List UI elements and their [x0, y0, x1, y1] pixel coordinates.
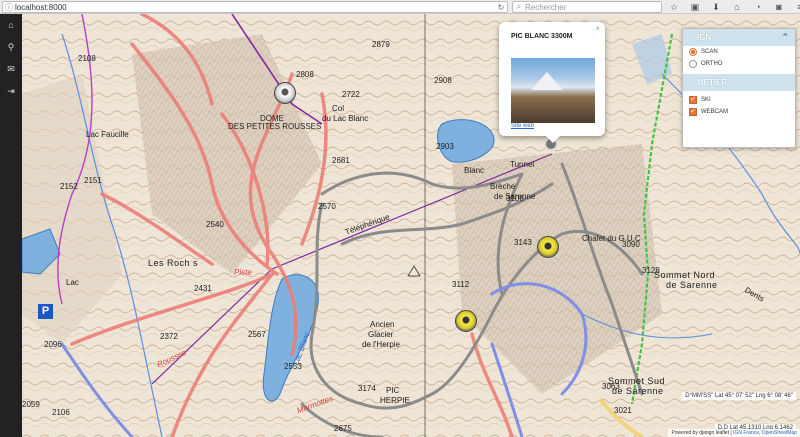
webcam-popup: × PIC BLANC 3300M Site web: [499, 22, 605, 143]
info-icon[interactable]: ⓘ: [3, 2, 15, 13]
menu-icon[interactable]: ≡: [794, 1, 800, 13]
elevation-label: 3063: [602, 382, 620, 391]
map-label-herpie: HERPIE: [380, 396, 410, 405]
elevation-label: 2553: [284, 362, 302, 371]
attribution-ign-link[interactable]: IGN France: [733, 430, 759, 436]
map-label-petites-rousses: DES PETITES ROUSSES: [228, 122, 322, 131]
elevation-label: 2879: [372, 40, 390, 49]
map-label-sommet-nord: Sommet Nord: [654, 270, 716, 280]
elevation-label: 2059: [22, 400, 40, 409]
map-label-glacier: Glacier: [368, 330, 394, 339]
parking-icon[interactable]: P: [38, 304, 53, 319]
elevation-label: 2903: [436, 142, 454, 151]
reload-icon[interactable]: ↻: [495, 3, 507, 12]
map-label-pic: PIC: [386, 386, 400, 395]
map-attribution: Powered by django leaflet | IGN France, …: [668, 429, 800, 437]
map-label-du-lac-blanc: du Lac Blanc: [322, 114, 369, 123]
map-label-ancien: Ancien: [370, 320, 395, 329]
search-icon[interactable]: ⚲: [0, 36, 22, 58]
elevation-label: 3106: [506, 194, 524, 203]
webcam-image[interactable]: [511, 58, 595, 123]
webcam-marker-glacier[interactable]: [455, 310, 477, 332]
map-label-breche: Brèche: [490, 182, 516, 191]
map-label-sommet-nord-2: de Sarenne: [666, 280, 718, 290]
elevation-label: 2722: [342, 90, 360, 99]
search-placeholder: Rechercher: [525, 2, 567, 12]
elevation-label: 2570: [318, 202, 336, 211]
elevation-label: 3090: [622, 240, 640, 249]
attribution-text: Powered by django leaflet: [671, 430, 729, 436]
elevation-label: 2675: [334, 424, 352, 433]
mail-icon[interactable]: ✉: [0, 58, 22, 80]
map-label-lac: Lac: [66, 278, 79, 287]
elevation-label: 3128: [642, 266, 660, 275]
elevation-label: 2540: [206, 220, 224, 229]
download-icon[interactable]: ⬇: [710, 1, 722, 13]
metier-option-label: WEBCAM: [701, 109, 728, 115]
elevation-label: 3143: [514, 238, 532, 247]
ign-option-label: ORTHO: [701, 61, 723, 67]
elevation-label: 2108: [78, 54, 96, 63]
elevation-label: 2908: [434, 76, 452, 85]
elevation-label: 2808: [296, 70, 314, 79]
elevation-label: 2681: [332, 156, 350, 165]
elevation-label: 2106: [52, 408, 70, 417]
logout-icon[interactable]: ⇥: [0, 80, 22, 102]
popup-tip: [546, 136, 560, 143]
url-bar[interactable]: ⓘ localhost:8000 ↻: [2, 1, 508, 13]
popup-website-link[interactable]: Site web: [511, 123, 534, 129]
elevation-label: 2567: [248, 330, 266, 339]
radio-scan[interactable]: [689, 48, 697, 56]
ign-option-label: SCAN: [701, 49, 718, 55]
map-label-blanc: Blanc: [464, 166, 485, 175]
popup-close-button[interactable]: ×: [595, 24, 600, 33]
side-navigation: ⌂ ⚲ ✉ ⇥: [0, 14, 22, 437]
map-label-les-rochers: Les Roch s: [148, 258, 199, 268]
map-label-col: Col: [332, 104, 345, 113]
pocket-icon[interactable]: ◙: [773, 1, 785, 13]
home-icon[interactable]: ⌂: [0, 14, 22, 36]
ign-option-scan[interactable]: SCAN: [683, 46, 795, 58]
browser-toolbar: ⓘ localhost:8000 ↻ ⌕ Rechercher ☆ ▣ ⬇ ⌂ …: [0, 0, 800, 14]
browser-search-input[interactable]: ⌕ Rechercher: [512, 1, 662, 13]
elevation-label: 3021: [614, 406, 632, 415]
coords-dms: D°MM'SS" Lat 45° 07' 52" Lng 6° 08' 46": [682, 392, 796, 400]
chat-icon[interactable]: ◔: [752, 1, 764, 13]
attribution-osm-link[interactable]: OpenStreetMap: [762, 430, 797, 436]
checkbox-ski[interactable]: ✓: [689, 96, 697, 104]
webcam-marker-chalet[interactable]: [537, 236, 559, 258]
popup-title: PIC BLANC 3300M: [511, 33, 573, 40]
radio-ortho[interactable]: [689, 60, 697, 68]
metier-option-ski[interactable]: ✓ SKI: [683, 94, 795, 106]
map-label-tunnel: Tunnel: [510, 160, 535, 169]
layer-control-panel: IGN ⌃ SCAN ORTHO METIER ✓ SKI ✓ WEBCAM: [682, 28, 796, 148]
metier-option-webcam[interactable]: ✓ WEBCAM: [683, 106, 795, 118]
ign-option-ortho[interactable]: ORTHO: [683, 58, 795, 70]
map-label-de-lhorpie: de l'Herpie: [362, 340, 400, 349]
webcam-marker-dome[interactable]: [274, 82, 296, 104]
map-label-piste: Piste: [234, 268, 252, 277]
metier-option-label: SKI: [701, 97, 711, 103]
metier-header-label: METIER: [697, 78, 728, 87]
home-browser-icon[interactable]: ⌂: [731, 1, 743, 13]
mountain-peak-shape: [531, 72, 563, 90]
toolbar-icons: ☆ ▣ ⬇ ⌂ ◔ ◙ ≡: [668, 1, 800, 13]
map-label-lac-faucille: Lac Faucille: [86, 130, 129, 139]
elevation-label: 2151: [84, 176, 102, 185]
star-icon[interactable]: ☆: [668, 1, 680, 13]
ign-header-label: IGN: [697, 33, 712, 42]
ign-section-header[interactable]: IGN ⌃: [683, 29, 795, 46]
elevation-label: 2372: [160, 332, 178, 341]
checkbox-webcam[interactable]: ✓: [689, 108, 697, 116]
elevation-label: 3174: [358, 384, 376, 393]
elevation-label: 2096: [44, 340, 62, 349]
briefcase-icon[interactable]: ▣: [689, 1, 701, 13]
metier-section-header[interactable]: METIER: [683, 74, 795, 91]
elevation-label: 3112: [452, 280, 470, 289]
elevation-label: 2431: [194, 284, 212, 293]
chevron-up-icon[interactable]: ⌃: [781, 32, 789, 43]
url-text: localhost:8000: [15, 2, 67, 12]
elevation-label: 2152: [60, 182, 78, 191]
search-icon: ⌕: [516, 2, 522, 11]
